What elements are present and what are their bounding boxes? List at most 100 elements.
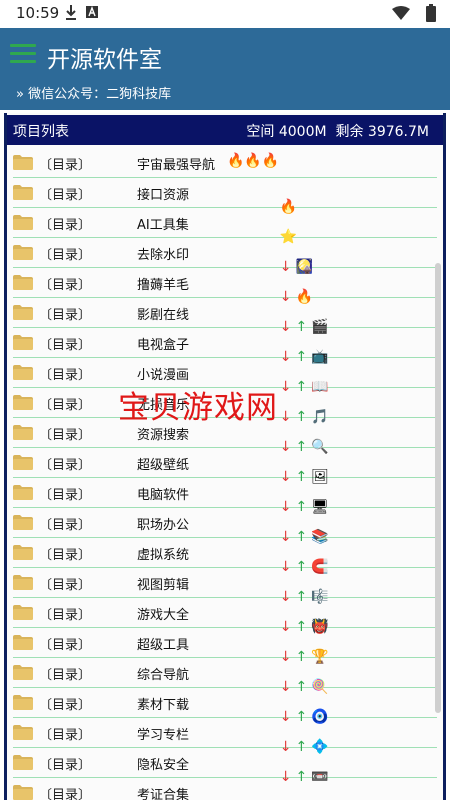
row-tag: 〔目录〕 [39, 698, 92, 713]
row-tag: 〔目录〕 [39, 668, 92, 683]
row-name: 超级壁纸 [137, 458, 190, 473]
row-name: 宇宙最强导航 [137, 158, 216, 173]
folder-icon [13, 785, 33, 800]
folder-icon [13, 695, 33, 710]
wechat-subtitle[interactable]: » 微信公众号：二狗科技库 [16, 83, 171, 102]
row-name: 电视盒子 [137, 338, 190, 353]
menu-icon[interactable] [10, 44, 36, 66]
row-icons: ↓↑ [253, 783, 311, 800]
app-header: 开源软件室 » 微信公众号：二狗科技库 [0, 28, 450, 110]
list-item-16[interactable]: 〔目录〕 超级工具 ↓ ↑ 🏆 [13, 628, 437, 665]
row-tag: 〔目录〕 [39, 428, 92, 443]
folder-icon [13, 245, 33, 260]
row-tag: 〔目录〕 [39, 548, 92, 563]
row-tag: 〔目录〕 [39, 788, 92, 800]
list-header: 项目列表 空间 4000M 剩余 3976.7M [7, 115, 443, 145]
folder-icon [13, 335, 33, 350]
row-name: 综合导航 [137, 668, 190, 683]
storage-info: 空间 4000M 剩余 3976.7M [246, 124, 429, 140]
row-name: 素材下载 [137, 698, 190, 713]
row-name: 撸薅羊毛 [137, 278, 190, 293]
row-name: 虚拟系统 [137, 548, 190, 563]
folder-icon [13, 455, 33, 470]
wifi-icon [392, 6, 410, 20]
row-name: AI工具集 [137, 218, 189, 233]
row-name: 小说漫画 [137, 368, 190, 383]
directory-list: 〔目录〕 宇宙最强导航 🔥🔥🔥 〔目录〕 接口资源 🔥 〔目录〕 AI工具集 ⭐ [7, 148, 437, 800]
list-item-1[interactable]: 〔目录〕 接口资源 🔥 [13, 178, 437, 215]
folder-icon [13, 395, 33, 410]
list-item-4[interactable]: 〔目录〕 撸薅羊毛 ↓ 🔥 [13, 268, 437, 305]
row-tag: 〔目录〕 [39, 248, 92, 263]
folder-icon [13, 215, 33, 230]
list-item-14[interactable]: 〔目录〕 视图剪辑 ↓ ↑ 🎼 [13, 568, 437, 605]
row-tag: 〔目录〕 [39, 158, 92, 173]
list-item-18[interactable]: 〔目录〕 素材下载 ↓ ↑ 🧿 [13, 688, 437, 725]
list-item-0[interactable]: 〔目录〕 宇宙最强导航 🔥🔥🔥 [13, 148, 437, 178]
row-tag: 〔目录〕 [39, 758, 92, 773]
folder-icon [13, 185, 33, 200]
row-tag: 〔目录〕 [39, 278, 92, 293]
list-item-10[interactable]: 〔目录〕 超级壁纸 ↓ ↑ 🖼 [13, 448, 437, 485]
list-item-5[interactable]: 〔目录〕 影剧在线 ↓ ↑ 🎬 [13, 298, 437, 335]
row-tag: 〔目录〕 [39, 308, 92, 323]
list-item-3[interactable]: 〔目录〕 去除水印 ↓ 🎑 [13, 238, 437, 275]
list-item-11[interactable]: 〔目录〕 电脑软件 ↓ ↑ 🖥 [13, 478, 437, 515]
folder-icon [13, 575, 33, 590]
list-item-20[interactable]: 〔目录〕 隐私安全 ↓ ↑ 📼 [13, 748, 437, 785]
row-tag: 〔目录〕 [39, 218, 92, 233]
battery-icon [426, 4, 436, 22]
row-tag: 〔目录〕 [39, 488, 92, 503]
row-name: 职场办公 [137, 518, 190, 533]
row-tag: 〔目录〕 [39, 338, 92, 353]
row-name: 去除水印 [137, 248, 190, 263]
row-tag: 〔目录〕 [39, 728, 92, 743]
scrollbar[interactable] [435, 263, 441, 713]
folder-icon [13, 635, 33, 650]
status-time: 10:59 [16, 4, 60, 22]
folder-icon [13, 275, 33, 290]
row-tag: 〔目录〕 [39, 518, 92, 533]
row-name: 视图剪辑 [137, 578, 190, 593]
list-item-2[interactable]: 〔目录〕 AI工具集 ⭐ [13, 208, 437, 245]
row-name: 隐私安全 [137, 758, 190, 773]
folder-icon [13, 545, 33, 560]
list-item-12[interactable]: 〔目录〕 职场办公 ↓ ↑ 📚 [13, 508, 437, 545]
row-name: 接口资源 [137, 188, 190, 203]
folder-icon [13, 725, 33, 740]
row-tag: 〔目录〕 [39, 608, 92, 623]
folder-icon [13, 485, 33, 500]
list-item-6[interactable]: 〔目录〕 电视盒子 ↓ ↑ 📺 [13, 328, 437, 365]
list-item-21[interactable]: 〔目录〕 考证合集 ↓↑ [13, 778, 437, 800]
folder-icon [13, 365, 33, 380]
row-tag: 〔目录〕 [39, 398, 92, 413]
folder-icon [13, 665, 33, 680]
row-name: 超级工具 [137, 638, 190, 653]
status-bar: 10:59 [0, 0, 450, 28]
list-item-15[interactable]: 〔目录〕 游戏大全 ↓ ↑ 👹 [13, 598, 437, 635]
watermark-text: 宝贝游戏网 [118, 390, 278, 426]
list-item-19[interactable]: 〔目录〕 学习专栏 ↓ ↑ 💠 [13, 718, 437, 755]
folder-icon [13, 755, 33, 770]
file-list-panel: 项目列表 空间 4000M 剩余 3976.7M 〔目录〕 宇宙最强导航 🔥🔥🔥… [4, 113, 446, 800]
row-tag: 〔目录〕 [39, 638, 92, 653]
list-item-13[interactable]: 〔目录〕 虚拟系统 ↓ ↑ 🧲 [13, 538, 437, 575]
folder-icon [13, 425, 33, 440]
folder-icon [13, 155, 33, 170]
row-tag: 〔目录〕 [39, 188, 92, 203]
row-name: 学习专栏 [137, 728, 190, 743]
page-title: 开源软件室 [47, 47, 162, 73]
row-name: 影剧在线 [137, 308, 190, 323]
list-title: 项目列表 [13, 124, 69, 140]
folder-icon [13, 305, 33, 320]
row-name: 电脑软件 [137, 488, 190, 503]
notification-a-icon [86, 6, 98, 18]
row-name: 游戏大全 [137, 608, 190, 623]
folder-icon [13, 515, 33, 530]
download-icon [66, 5, 76, 20]
row-tag: 〔目录〕 [39, 458, 92, 473]
row-tag: 〔目录〕 [39, 578, 92, 593]
row-tag: 〔目录〕 [39, 368, 92, 383]
list-item-17[interactable]: 〔目录〕 综合导航 ↓ ↑ 🍭 [13, 658, 437, 695]
row-name: 考证合集 [137, 788, 190, 800]
